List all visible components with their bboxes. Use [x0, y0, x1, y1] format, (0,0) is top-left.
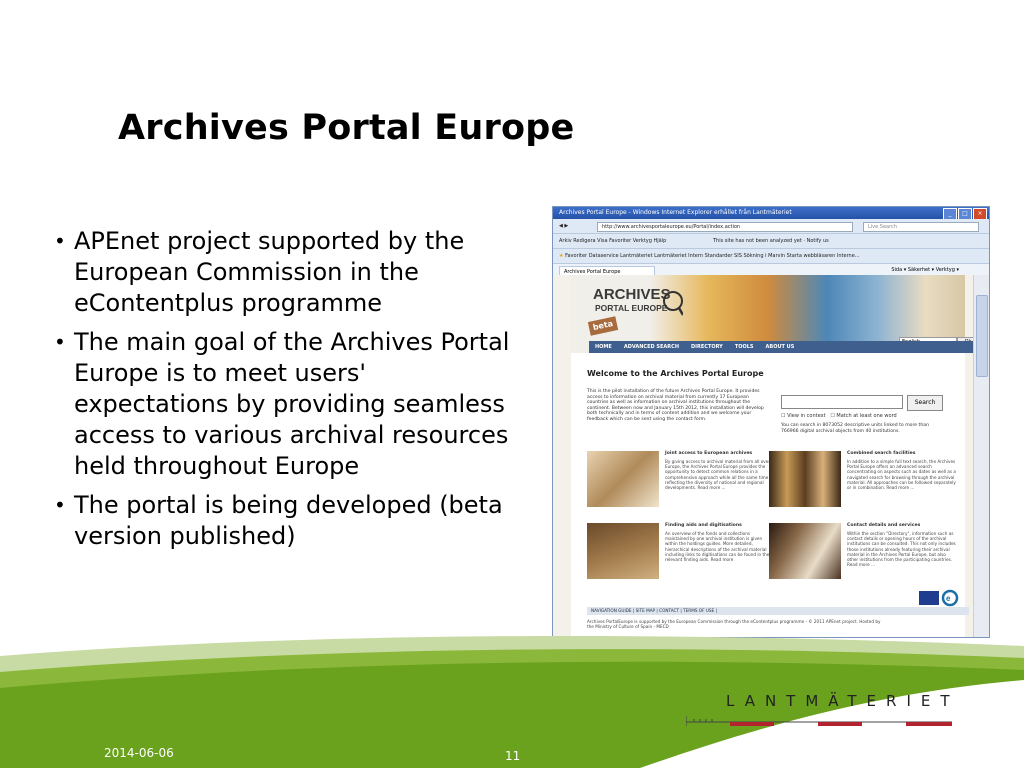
- search-options: ☐ View in context ☐ Match at least one w…: [781, 413, 897, 419]
- info-block: Finding aids and digitisations An overvi…: [587, 523, 777, 579]
- portal-content: Welcome to the Archives Portal Europe Th…: [571, 353, 969, 637]
- block-text: By giving access to archival material fr…: [665, 459, 771, 491]
- scrollbar[interactable]: [973, 275, 989, 637]
- browser-search-input[interactable]: Live Search: [863, 222, 979, 232]
- logo-line2: PORTAL EUROPE: [595, 303, 668, 313]
- portal-nav: HOME ADVANCED SEARCH DIRECTORY TOOLS ABO…: [589, 341, 983, 353]
- bullet-list: APEnet project supported by the European…: [52, 226, 522, 560]
- block-title: Joint access to European archives: [665, 451, 753, 456]
- checkbox-icon[interactable]: ☐: [781, 413, 785, 419]
- econtentplus-logo-icon: e: [941, 589, 959, 607]
- logo-line1: ARCHIVES: [593, 286, 671, 303]
- eu-flag-icon: [919, 591, 939, 605]
- address-bar: ◀ ▶ http://www.archivesportaleurope.eu/P…: [553, 219, 989, 234]
- nav-about-us[interactable]: ABOUT US: [760, 341, 801, 353]
- block-title: Contact details and services: [847, 523, 921, 528]
- map-thumbnail: [587, 451, 659, 507]
- welcome-heading: Welcome to the Archives Portal Europe: [587, 369, 764, 378]
- portal-search-input[interactable]: [781, 395, 903, 409]
- slide-title: Archives Portal Europe: [118, 108, 575, 148]
- nav-home[interactable]: HOME: [589, 341, 618, 353]
- writing-thumbnail: [769, 523, 841, 579]
- nav-directory[interactable]: DIRECTORY: [685, 341, 729, 353]
- favorites-bar: ★ Favoriter Dataservice Lantmäteriet Lan…: [553, 249, 989, 264]
- block-title: Combined search facilities: [847, 451, 916, 456]
- scrollbar-thumb[interactable]: [976, 295, 988, 377]
- block-text: Within the section "Directory", informat…: [847, 531, 956, 568]
- books-thumbnail: [587, 523, 659, 579]
- star-icon: ★: [559, 253, 564, 259]
- window-title: Archives Portal Europe - Windows Interne…: [559, 209, 792, 216]
- lantmateriet-logo: LANTMÄTERIET: [726, 692, 960, 710]
- browser-title-bar: Archives Portal Europe - Windows Interne…: [553, 207, 989, 220]
- favorites-items[interactable]: Favoriter Dataservice Lantmäteriet Lantm…: [565, 253, 859, 259]
- address-input[interactable]: http://www.archivesportaleurope.eu/Porta…: [597, 222, 853, 232]
- bullet-item: The main goal of the Archives Portal Eur…: [52, 327, 522, 482]
- portal-footer-nav[interactable]: NAVIGATION GUIDE | SITE MAP | CONTACT | …: [587, 607, 969, 615]
- option-view-in-context: View in context: [787, 413, 826, 419]
- block-text: An overview of the fonds and collections…: [665, 531, 770, 563]
- block-text: In addition to a simple full text search…: [847, 459, 956, 491]
- nav-tools[interactable]: TOOLS: [729, 341, 760, 353]
- info-block: Joint access to European archives By giv…: [587, 451, 777, 507]
- menu-bar: Arkiv Redigera Visa Favoriter Verktyg Hj…: [553, 234, 989, 249]
- lantmateriet-ruler-icon: [686, 716, 952, 726]
- portal-search-button[interactable]: Search: [907, 395, 943, 411]
- option-match-one-word: Match at least one word: [836, 413, 897, 419]
- bullet-item: The portal is being developed (beta vers…: [52, 490, 522, 552]
- intro-text: This is the pilot installation of the fu…: [587, 389, 764, 422]
- info-block: Contact details and services Within the …: [769, 523, 959, 579]
- portal-banner: ARCHIVES PORTAL EUROPE beta English Ok H…: [571, 275, 983, 353]
- info-block: Combined search facilities In addition t…: [769, 451, 959, 507]
- web-page: ARCHIVES PORTAL EUROPE beta English Ok H…: [553, 275, 983, 637]
- svg-text:e: e: [946, 594, 951, 603]
- menu-items[interactable]: Arkiv Redigera Visa Favoriter Verktyg Hj…: [559, 238, 666, 244]
- toolbar-status: This site has not been analyzed yet · No…: [713, 238, 829, 244]
- block-title: Finding aids and digitisations: [665, 523, 742, 528]
- bullet-item: APEnet project supported by the European…: [52, 226, 522, 319]
- browser-screenshot: Archives Portal Europe - Windows Interne…: [552, 206, 990, 638]
- back-icon[interactable]: ◀ ▶: [559, 223, 568, 229]
- checkbox-icon[interactable]: ☐: [830, 413, 834, 419]
- search-note: You can search in 8073052 descriptive un…: [781, 423, 929, 434]
- slide-date: 2014-06-06: [104, 746, 174, 760]
- page-number: 11: [505, 749, 521, 763]
- files-thumbnail: [769, 451, 841, 507]
- nav-advanced-search[interactable]: ADVANCED SEARCH: [618, 341, 685, 353]
